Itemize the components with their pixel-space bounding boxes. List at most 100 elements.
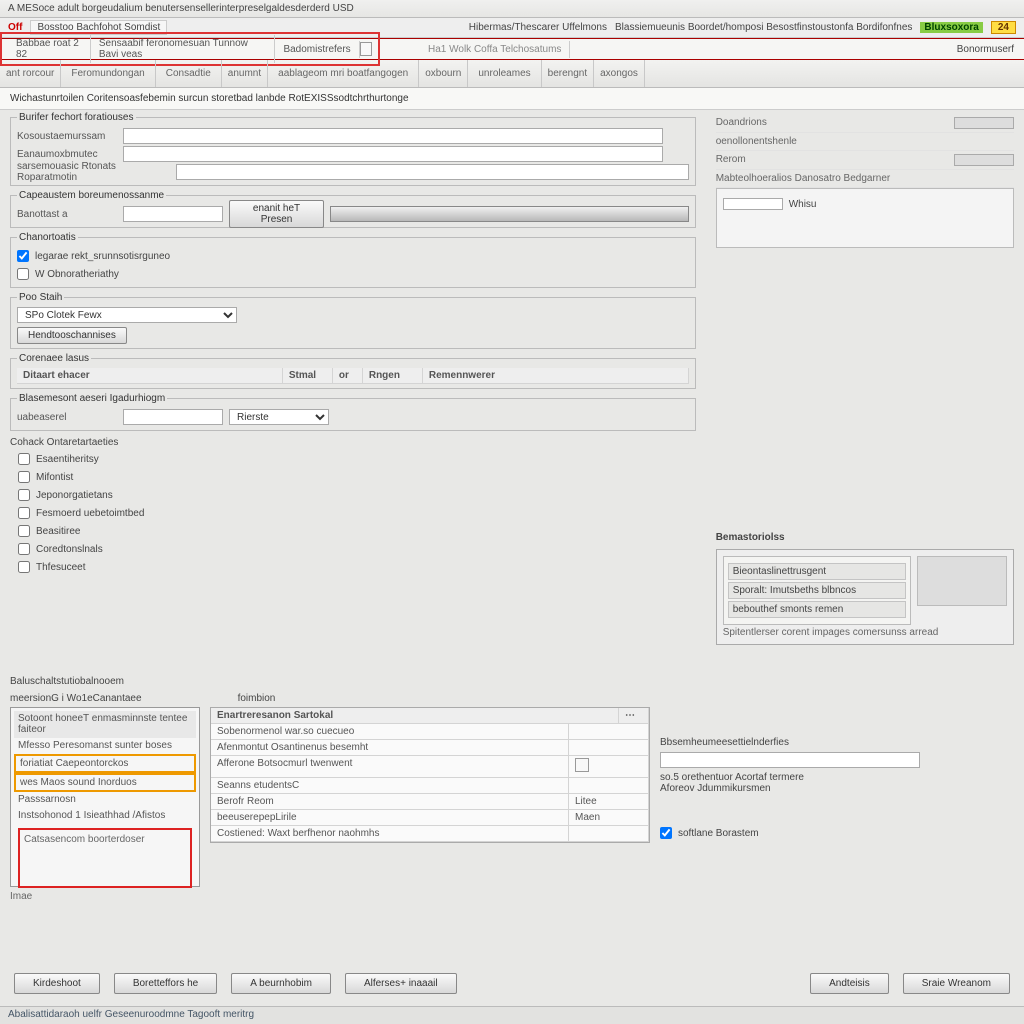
code-input[interactable] [123,146,663,162]
window-title: A MESoce adult borgeudalium benutersense… [8,3,354,14]
section-classes: Corenaee lasus Ditaart ehacer Stmal or R… [10,353,696,389]
section-title: Capeaustem boreumenossanme [17,190,166,201]
swatch-label: Whisu [789,199,817,210]
ribbon-group[interactable]: axongos [594,60,645,87]
status-badge-yellow: 24 [991,21,1016,34]
section-style: Poo Staih SPo Clotek Fewx Hendtooschanni… [10,292,696,349]
footer-button[interactable]: Boretteffors he [114,973,217,994]
menu-item[interactable]: Blassiemueunis Boordet/homposi Besostfin… [615,22,912,33]
tree-view[interactable]: Sotoont honeeT enmasminnste tentee faite… [10,707,200,887]
color-swatch[interactable] [954,117,1014,129]
tree-item-highlighted[interactable]: wes Maos sound Inorduos [14,773,196,792]
color-swatch[interactable] [954,154,1014,166]
apply-button[interactable]: Andteisis [810,973,889,994]
style-select[interactable]: SPo Clotek Fewx [17,307,237,323]
section-title: Chanortoatis [17,232,78,243]
prop-key: Rerom [716,154,746,166]
field-label: Eanaumoxbmutec [17,149,117,160]
tree-item[interactable]: Mfesso Peresomanst sunter boses [14,738,196,754]
subsection-title: Cohack Ontaretartaeties [10,437,118,448]
grid-cell[interactable]: beeuserepepLirile [211,810,569,825]
calendar-icon[interactable] [575,758,589,772]
section-title: Poo Staih [17,292,64,303]
apply-button[interactable]: enanit heT Presen [229,200,324,228]
footer-button[interactable]: A beurnhobim [231,973,331,994]
close-button[interactable]: Sraie Wreanom [903,973,1010,994]
toolbar-icon[interactable] [360,42,372,56]
column-check[interactable] [18,507,30,519]
info-item[interactable]: Bieontaslinettrusgent [728,563,906,580]
column-check[interactable] [18,471,30,483]
col-header: Rngen [363,368,423,383]
bottom-section: Baluschaltstutiobalnooem meersionG i Wo1… [0,670,1024,906]
ribbon-group[interactable]: Feromundongan [61,60,155,87]
section-options: Chanortoatis legarae rekt_srunnsotisrgun… [10,232,696,288]
render-select[interactable]: Rierste [229,409,329,425]
column-check[interactable] [18,453,30,465]
menu-item[interactable]: Hibermas/Thescarer Uffelmons [469,22,607,33]
bottom-right-panel: Bbsemheumeesettielnderfies so.5 orethent… [660,707,1014,887]
column-visibility: Cohack Ontaretartaeties Esaentiheritsy M… [10,437,696,576]
tree-item[interactable]: Instsohonod 1 Isieathhad /Afistos [14,808,196,824]
column-check[interactable] [18,561,30,573]
tree-item-highlighted[interactable]: foriatiat Caepeontorckos [14,754,196,773]
check-label: Beasitiree [36,526,80,537]
field-label: Kosoustaemurssam [17,131,117,142]
toolbar-item[interactable]: Babbae roat 2 82 [8,35,91,63]
param-input[interactable] [123,206,223,222]
grid-cell[interactable]: Afenmontut Osantinenus besemht [211,740,569,755]
grid-cell[interactable]: Sobenormenol war.so cuecueo [211,724,569,739]
button-bar: Kirdeshoot Boretteffors he A beurnhobim … [0,965,1024,1002]
column-check[interactable] [18,489,30,501]
toolbar-item[interactable]: Badomistrefers [275,41,359,58]
title-bar: A MESoce adult borgeudalium benutersense… [0,0,1024,18]
check-label: Jeponorgatietans [36,490,113,501]
section-parameters: Capeaustem boreumenossanme Banottast a e… [10,190,696,228]
footer-button[interactable]: Alferses+ inaaail [345,973,457,994]
info-label: Aforeov Jdummikursmen [660,783,1014,794]
check-label: Coredtonslnals [36,544,103,555]
option-check[interactable] [660,827,672,839]
field-label: Banottast a [17,209,117,220]
field-label: sarsemouasic Rtonats Roparatmotin [17,161,170,183]
name-input[interactable] [123,128,663,144]
info-panel: Bieontaslinettrusgent Sporalt: Imutsbeth… [716,549,1014,645]
check-label: Thfesuceet [36,562,85,573]
desc-input[interactable] [176,164,688,180]
filter-input[interactable] [660,752,920,768]
render-input[interactable] [123,409,223,425]
column-check[interactable] [18,543,30,555]
color-swatch[interactable] [723,198,783,210]
ribbon-group[interactable]: berengnt [542,60,594,87]
bottom-title: Baluschaltstutiobalnooem [10,676,1014,687]
section-title: Blasemesont aeseri Igadurhiogm [17,393,167,404]
grid-cell[interactable]: Afferone Botsocmurl twenwent [211,756,569,777]
ribbon-group[interactable]: unroleames [468,60,541,87]
grid-cell[interactable]: Berofr Reom [211,794,569,809]
edit-style-button[interactable]: Hendtooschannises [17,327,127,344]
info-item[interactable]: Sporalt: Imutsbeths blbncos [728,582,906,599]
check-label: Esaentiheritsy [36,454,99,465]
info-item[interactable]: bebouthef smonts remen [728,601,906,618]
ribbon-group[interactable]: oxbourn [419,60,468,87]
ribbon-group[interactable]: anumnt [222,60,268,87]
ribbon-group[interactable]: aablageom mri boatfangogen [268,60,419,87]
option-check-1[interactable] [17,250,29,262]
tree-item-error[interactable]: Catsasencom boorterdoser [18,828,192,888]
footer-button[interactable]: Kirdeshoot [14,973,100,994]
ribbon-group[interactable]: ant rorcour [0,60,61,87]
ribbon-group[interactable]: Consadtie [156,60,222,87]
context-toolbar: Babbae roat 2 82 Sensaabif feronomesuan … [0,38,1024,60]
toolbar-item[interactable]: Sensaabif feronomesuan Tunnow Bavi veas [91,35,276,63]
tree-header: Sotoont honeeT enmasminnste tentee faite… [14,711,196,738]
column-check[interactable] [18,525,30,537]
grid-cell[interactable]: Seanns etudentsC [211,778,569,793]
tree-item[interactable]: Passsarnosn [14,792,196,808]
info-label: Bbsemheumeesettielnderfies [660,737,1014,748]
grid-cell[interactable]: Costiened: Waxt berfhenor naohmhs [211,826,569,841]
check-label: Mifontist [36,472,73,483]
check-label: Fesmoerd uebetoimtbed [36,508,144,519]
option-check-2[interactable] [17,268,29,280]
progress-bar [330,206,689,222]
preview-thumbnail [917,556,1007,606]
